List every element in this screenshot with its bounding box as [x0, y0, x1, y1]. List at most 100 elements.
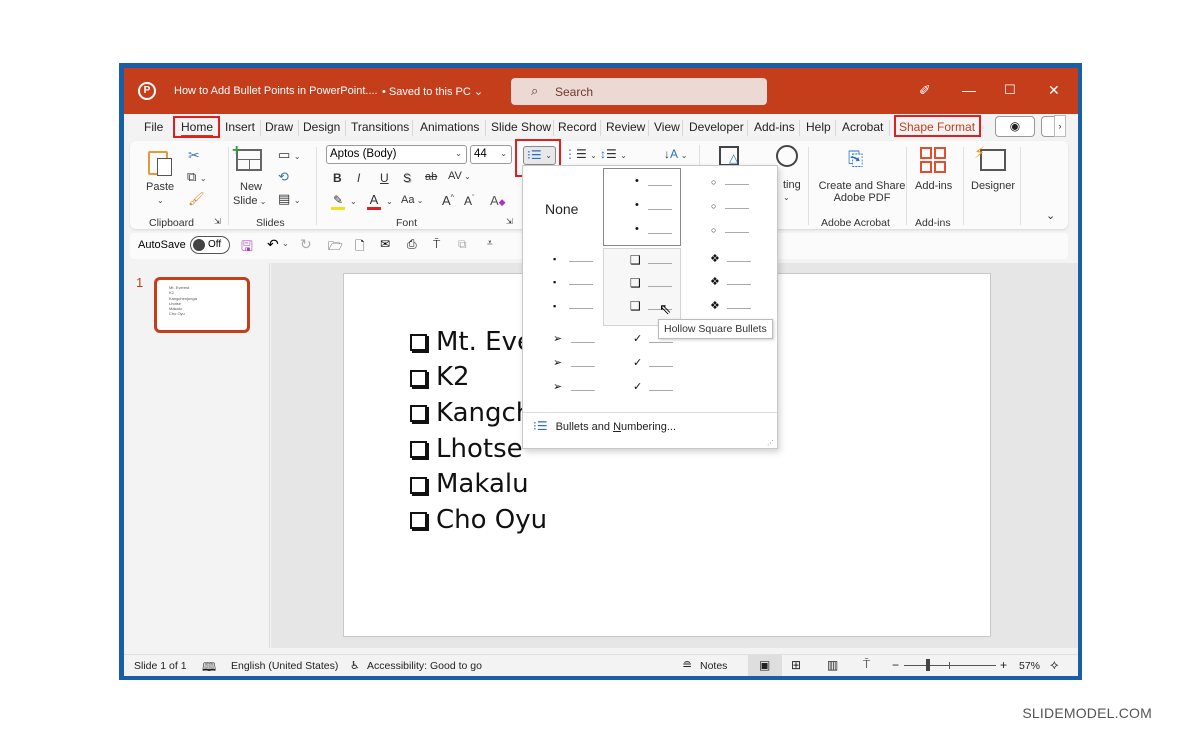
create-share-pdf-button[interactable]: Create and Share Adobe PDF: [816, 180, 908, 204]
zoom-slider[interactable]: [904, 659, 996, 671]
record-button[interactable]: ◉: [995, 116, 1035, 137]
saved-status[interactable]: • Saved to this PC ⌄: [382, 85, 483, 98]
tab-review[interactable]: Review: [606, 120, 645, 134]
tab-insert[interactable]: Insert: [225, 120, 255, 134]
fit-to-window-icon[interactable]: ⟡: [1050, 657, 1059, 673]
zoom-out-button[interactable]: −: [892, 658, 899, 672]
open-folder-icon[interactable]: 🗁: [328, 237, 343, 258]
bold-button[interactable]: B: [333, 171, 342, 185]
tab-view[interactable]: View: [654, 120, 680, 134]
strikethrough-button[interactable]: ab: [425, 171, 437, 183]
chevron-down-icon[interactable]: ⌄: [157, 196, 164, 205]
tab-transitions[interactable]: Transitions: [351, 120, 409, 134]
add-ins-button[interactable]: Add-ins: [915, 180, 952, 192]
pen-icon[interactable]: ✐: [919, 82, 931, 99]
underline-button[interactable]: U: [380, 171, 389, 185]
resize-grip-icon[interactable]: ⋰: [767, 439, 774, 447]
bullet-style-none[interactable]: None: [525, 168, 603, 246]
present-icon[interactable]: ⍑: [433, 237, 440, 252]
collapse-ribbon-icon[interactable]: ⌄: [1046, 209, 1055, 222]
chevron-down-icon[interactable]: ⌄: [386, 197, 393, 206]
highlight-color-icon[interactable]: ✎: [331, 193, 345, 210]
zoom-in-button[interactable]: +: [1000, 658, 1007, 672]
bullet-style-star[interactable]: ❖ ❖ ❖: [683, 250, 761, 328]
language[interactable]: English (United States): [231, 660, 338, 672]
tab-design[interactable]: Design: [303, 120, 340, 134]
bullet-style-filled-round[interactable]: • • •: [603, 168, 681, 246]
redo-icon[interactable]: ↻: [300, 236, 312, 253]
ribbon-scroll-right[interactable]: ›: [1054, 115, 1066, 137]
chevron-down-icon[interactable]: ⌄: [282, 239, 289, 248]
quick-print-icon[interactable]: ⎙: [407, 237, 417, 252]
bullet-style-hollow-square[interactable]: ❑ ❑ ❑ ⇖: [603, 248, 681, 326]
tab-developer[interactable]: Developer: [689, 120, 744, 134]
normal-view-button[interactable]: ▣: [748, 655, 782, 676]
quick-styles-icon[interactable]: [776, 145, 798, 167]
tab-add-ins[interactable]: Add-ins: [754, 120, 795, 134]
bullet-style-checkmark[interactable]: ✓ ✓ ✓: [605, 330, 683, 408]
reading-view-icon[interactable]: ▥: [827, 658, 838, 672]
bullet-style-hollow-round[interactable]: ○ ○ ○: [683, 168, 761, 246]
minimize-button[interactable]: —: [962, 82, 976, 98]
line-spacing-button[interactable]: ↕☰ ⌄: [600, 147, 627, 161]
slideshow-view-icon[interactable]: ⍑: [863, 657, 870, 672]
cut-icon[interactable]: ✂: [188, 147, 200, 164]
arranging-button[interactable]: ting: [783, 179, 801, 191]
clear-formatting-icon[interactable]: A◆: [490, 193, 506, 208]
new-slide-dropdown[interactable]: Slide ⌄: [233, 195, 266, 207]
font-size-select[interactable]: 44 ⌄: [470, 145, 512, 164]
shapes-icon[interactable]: △: [719, 146, 739, 166]
designer-button[interactable]: Designer: [971, 180, 1015, 192]
font-color-icon[interactable]: A: [367, 192, 381, 210]
reset-icon[interactable]: ⟲: [278, 169, 289, 185]
dialog-launcher-icon[interactable]: ⇲: [214, 217, 221, 226]
autosave-toggle[interactable]: Off: [190, 236, 230, 254]
chevron-down-icon[interactable]: ⌄: [783, 193, 790, 202]
tab-file[interactable]: File: [144, 120, 163, 134]
font-family-select[interactable]: Aptos (Body) ⌄: [326, 145, 467, 164]
tab-animations[interactable]: Animations: [420, 120, 479, 134]
list-item[interactable]: Cho Oyu: [410, 502, 637, 538]
layout-icon[interactable]: ▭ ⌄: [278, 147, 301, 163]
slide-thumbnail[interactable]: Mt. Everest K2 Kangchenjunga Lhotse Maka…: [154, 277, 250, 333]
tab-acrobat[interactable]: Acrobat: [842, 120, 883, 134]
italic-button[interactable]: I: [357, 171, 360, 185]
notes-button[interactable]: Notes: [700, 660, 727, 672]
maximize-button[interactable]: ☐: [1004, 82, 1016, 98]
tab-record[interactable]: Record: [558, 120, 597, 134]
duplicate-icon[interactable]: ⧉: [458, 237, 467, 252]
tab-draw[interactable]: Draw: [265, 120, 293, 134]
bullet-style-arrow[interactable]: ➢ ➢ ➢: [525, 330, 603, 408]
bullet-style-filled-square[interactable]: ▪ ▪ ▪: [525, 250, 603, 328]
dialog-launcher-icon[interactable]: ⇲: [506, 217, 513, 226]
zoom-level[interactable]: 57%: [1019, 660, 1040, 672]
change-case-button[interactable]: Aa ⌄: [401, 194, 423, 206]
grow-font-button[interactable]: A^: [442, 193, 454, 208]
list-item[interactable]: Makalu: [410, 466, 637, 502]
close-button[interactable]: ✕: [1048, 82, 1060, 99]
email-icon[interactable]: ✉: [380, 237, 390, 251]
zoom-slider-thumb[interactable]: [925, 659, 930, 671]
chevron-down-icon[interactable]: ⌄: [350, 197, 357, 206]
tab-help[interactable]: Help: [806, 120, 831, 134]
new-slide-button[interactable]: New: [240, 181, 262, 193]
copy-icon[interactable]: ⧉ ⌄: [187, 169, 207, 185]
section-icon[interactable]: ▤ ⌄: [278, 191, 301, 207]
customize-qat-icon[interactable]: ⩡: [487, 238, 493, 249]
text-direction-button[interactable]: ↓A ⌄: [664, 147, 687, 161]
new-file-icon[interactable]: 🗋: [355, 237, 365, 258]
search-box[interactable]: ⌕ Search: [511, 78, 767, 105]
undo-icon[interactable]: ↶: [267, 236, 279, 253]
bullets-and-numbering-item[interactable]: ⁝☰ Bullets and Numbering...: [533, 419, 773, 439]
slide-sorter-icon[interactable]: ⊞: [791, 658, 801, 672]
tab-slide-show[interactable]: Slide Show: [491, 120, 551, 134]
save-icon[interactable]: 🖫: [241, 236, 253, 260]
numbering-button[interactable]: ⋮☰ ⌄: [564, 147, 597, 161]
shrink-font-button[interactable]: Aˇ: [464, 194, 474, 208]
character-spacing-button[interactable]: AV ⌄: [448, 170, 471, 182]
format-painter-icon[interactable]: 🖌: [188, 191, 205, 207]
spelling-icon[interactable]: 🕮: [202, 658, 216, 676]
accessibility-status[interactable]: Accessibility: Good to go: [367, 660, 482, 672]
shadow-button[interactable]: S: [403, 171, 411, 185]
paste-button[interactable]: Paste: [146, 181, 174, 193]
